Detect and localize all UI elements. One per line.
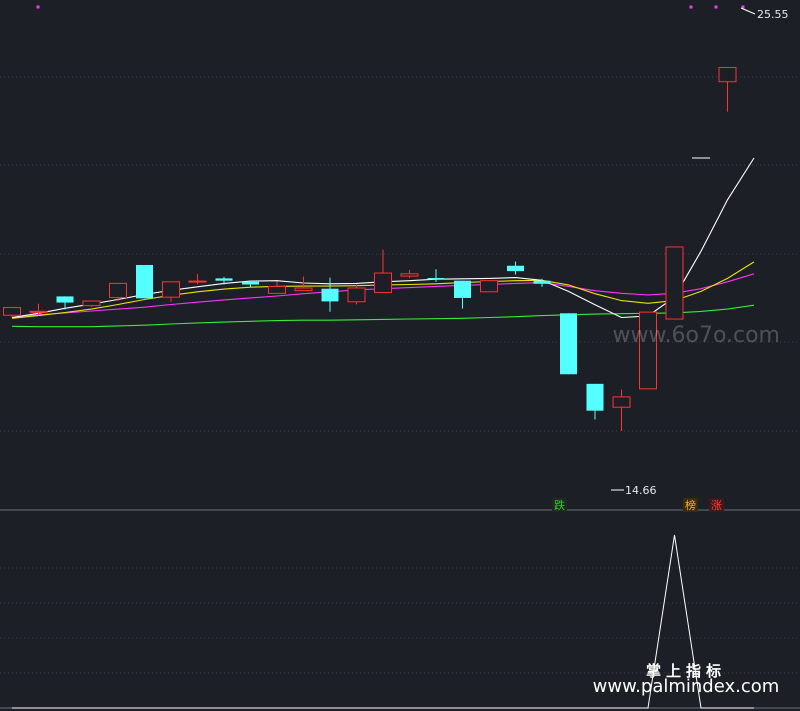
- badge-rise-label: 涨: [711, 499, 722, 512]
- candle-body-down: [586, 383, 604, 411]
- candle: [321, 277, 339, 312]
- candle: [665, 246, 684, 320]
- candle-body-up: [347, 287, 366, 303]
- candle-body-down: [321, 288, 339, 302]
- stock-chart: 25.55 14.66 跌 榜 涨 www.6o7o.com 掌上指标 www.…: [0, 5, 800, 709]
- candle: [347, 284, 366, 305]
- site-watermark: www.6o7o.com: [613, 323, 780, 348]
- signal-dot: [689, 5, 693, 9]
- candle: [188, 273, 207, 285]
- candle-body-down: [533, 280, 551, 284]
- top-markers: [36, 5, 745, 9]
- candle: [507, 261, 524, 275]
- candle: [454, 280, 471, 309]
- candle-body-down: [215, 278, 233, 281]
- signal-dot: [714, 5, 718, 9]
- moving-average-lines: [11, 157, 755, 328]
- candle-body-down: [136, 264, 153, 299]
- candle: [560, 313, 577, 375]
- candle: [374, 249, 392, 294]
- badge-drop: 跌: [552, 498, 567, 512]
- signal-dot: [36, 5, 40, 9]
- candle-body-down: [507, 265, 524, 272]
- candle-body-up: [294, 287, 313, 292]
- max-price-label: 25.55: [757, 8, 789, 21]
- badge-drop-label: 跌: [554, 498, 565, 512]
- candle: [82, 300, 101, 307]
- candlesticks: [3, 66, 737, 432]
- candle: [29, 303, 48, 316]
- candle-body-up: [718, 66, 737, 83]
- candle: [136, 264, 153, 299]
- candle-body-up: [400, 273, 419, 277]
- candle-body-down: [242, 281, 259, 285]
- candle-body-down: [560, 313, 577, 375]
- candle-body-up: [109, 282, 127, 299]
- badge-list-label: 榜: [685, 498, 696, 512]
- candle: [400, 269, 419, 279]
- candle-body-up: [82, 300, 101, 307]
- badge-list: 榜: [683, 498, 698, 512]
- candle-body-up: [374, 272, 392, 294]
- candle-body-up: [162, 281, 180, 298]
- candle-body-down: [427, 278, 445, 280]
- candle-body-up: [665, 246, 684, 320]
- candle: [162, 281, 180, 302]
- candle: [612, 389, 631, 432]
- candle-body-up: [3, 307, 21, 316]
- min-price-label: 14.66: [625, 484, 657, 497]
- watermark-url: www.palmindex.com: [593, 676, 780, 697]
- candle-body-up: [29, 310, 48, 313]
- max-arrow: [740, 7, 756, 15]
- candle-body-down: [454, 280, 471, 298]
- candle-body-up: [612, 396, 631, 408]
- candle: [586, 383, 604, 420]
- candle: [480, 280, 498, 293]
- candle: [718, 66, 737, 112]
- badge-rise: 涨: [709, 498, 724, 512]
- candle-body-down: [56, 296, 74, 303]
- candle-body-up: [480, 280, 498, 293]
- candle-body-up: [268, 285, 286, 294]
- candle: [268, 281, 286, 294]
- candle-body-up: [188, 280, 207, 283]
